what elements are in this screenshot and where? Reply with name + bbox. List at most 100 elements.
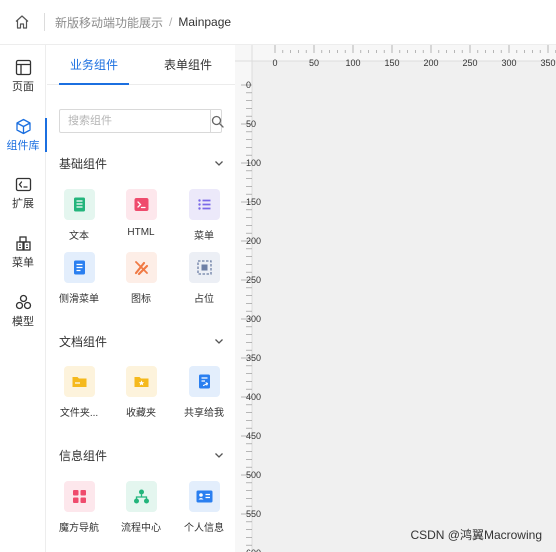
ruler-label-y: 400 <box>246 392 261 402</box>
component-label: 图标 <box>131 294 151 305</box>
nav-item-label: 模型 <box>12 315 34 328</box>
ruler-label-y: 0 <box>246 80 251 90</box>
top-divider <box>44 13 45 31</box>
blocks-icon <box>15 235 31 251</box>
component-label: 文本 <box>69 231 89 242</box>
component-label: 共享给我 <box>184 408 224 419</box>
nav-item-label: 菜单 <box>12 256 34 269</box>
ruler-label-x: 250 <box>462 58 477 68</box>
doc-lines-icon <box>73 260 85 275</box>
code-icon <box>15 177 31 191</box>
component-menu[interactable]: 菜单 <box>173 189 235 242</box>
ruler-label-y: 600 <box>246 548 261 552</box>
nav-item-pages[interactable]: 页面 <box>0 53 46 99</box>
cube-icon <box>15 118 31 134</box>
list-icon <box>197 199 210 210</box>
component-label: 占位 <box>194 294 214 305</box>
id-card-icon <box>196 490 212 503</box>
component-panel: 业务组件 表单组件 基础组件 文本 <box>47 45 235 552</box>
nav-item-label: 页面 <box>12 80 34 93</box>
design-canvas[interactable]: 0 50 100 150 200 250 300 350 0 50 100 150 200 250 300 3… <box>235 45 556 552</box>
nav-item-components[interactable]: 组件库 <box>0 112 47 158</box>
top-bar: 新版移动端功能展示 / Mainpage <box>0 0 556 45</box>
breadcrumb-current: Mainpage <box>178 15 232 29</box>
group-header-info[interactable]: 信息组件 <box>59 446 224 464</box>
ruler-label-y: 150 <box>246 197 261 207</box>
component-html[interactable]: HTML <box>110 189 172 238</box>
placeholder-icon <box>196 260 212 275</box>
ruler-label-x: 150 <box>384 58 399 68</box>
nav-item-extensions[interactable]: 扩展 <box>0 170 46 216</box>
component-label: 个人信息 <box>184 523 224 534</box>
folder-icon <box>72 377 86 387</box>
active-tab-indicator <box>59 83 129 85</box>
search-button[interactable] <box>210 110 224 132</box>
component-shared-with-me[interactable]: 共享给我 <box>173 366 235 419</box>
ruler-label-x: 50 <box>309 58 319 68</box>
search-input[interactable] <box>60 110 210 132</box>
star-folder-icon <box>134 377 148 387</box>
grid-icon <box>72 490 86 503</box>
component-cube-navigation[interactable]: 魔方导航 <box>48 481 110 534</box>
group-title: 基础组件 <box>59 156 108 171</box>
document-icon <box>73 197 85 212</box>
tab-form-components[interactable]: 表单组件 <box>141 45 235 84</box>
ruler-label-y: 350 <box>246 353 261 363</box>
layout-icon <box>15 59 31 75</box>
breadcrumb-separator: / <box>169 15 173 29</box>
group-header-basic[interactable]: 基础组件 <box>59 154 224 172</box>
component-label: HTML <box>127 227 155 238</box>
group-title: 信息组件 <box>59 448 108 463</box>
ruler-label-x: 100 <box>345 58 360 68</box>
component-favorites[interactable]: 收藏夹 <box>110 366 172 419</box>
panel-tabs: 业务组件 表单组件 <box>47 45 235 85</box>
flow-icon <box>133 489 149 504</box>
chevron-down-icon <box>215 339 223 344</box>
search-icon <box>211 115 224 128</box>
component-label: 流程中心 <box>121 523 161 534</box>
ruler-label-y: 300 <box>246 314 261 324</box>
component-label: 魔方导航 <box>59 523 99 534</box>
component-folder[interactable]: 文件夹... <box>48 366 110 419</box>
nav-item-label: 扩展 <box>12 197 34 210</box>
component-label: 收藏夹 <box>126 408 156 419</box>
chevron-down-icon <box>215 453 223 458</box>
ruler-label-y: 550 <box>246 509 261 519</box>
ruler-label-y: 50 <box>246 119 256 129</box>
circles-icon <box>15 294 31 309</box>
ruler-label-y: 250 <box>246 275 261 285</box>
nav-item-menu[interactable]: 菜单 <box>0 229 46 275</box>
canvas-rulers: 0 50 100 150 200 250 300 350 0 50 100 150 200 250 300 3… <box>235 45 556 552</box>
component-icon[interactable]: 图标 <box>110 252 172 305</box>
ruler-label-y: 450 <box>246 431 261 441</box>
component-label: 侧滑菜单 <box>59 294 99 305</box>
home-icon <box>15 15 29 29</box>
brush-icon <box>134 261 148 276</box>
ruler-label-x: 0 <box>272 58 277 68</box>
chevron-down-icon <box>215 161 223 166</box>
component-personal-info[interactable]: 个人信息 <box>173 481 235 534</box>
component-process-center[interactable]: 流程中心 <box>110 481 172 534</box>
terminal-icon <box>134 198 148 211</box>
group-title: 文档组件 <box>59 334 108 349</box>
nav-item-models[interactable]: 模型 <box>0 288 46 334</box>
tab-business-components[interactable]: 业务组件 <box>47 45 141 84</box>
component-placeholder[interactable]: 占位 <box>173 252 235 305</box>
ruler-label-y: 500 <box>246 470 261 480</box>
watermark-credit: CSDN @鸿翼Macrowing <box>410 528 542 542</box>
ruler-label-y: 100 <box>246 158 261 168</box>
home-button[interactable] <box>0 0 44 45</box>
left-nav: 页面 组件库 扩展 菜单 模型 <box>0 45 47 552</box>
ruler-label-x: 300 <box>501 58 516 68</box>
ruler-label-x: 200 <box>423 58 438 68</box>
ruler-label-y: 200 <box>246 236 261 246</box>
component-label: 菜单 <box>194 231 214 242</box>
share-doc-icon <box>198 374 210 389</box>
breadcrumb-parent[interactable]: 新版移动端功能展示 <box>55 14 163 31</box>
nav-item-label: 组件库 <box>6 139 40 152</box>
component-side-menu[interactable]: 侧滑菜单 <box>48 252 110 305</box>
component-text[interactable]: 文本 <box>48 189 110 242</box>
component-search <box>59 109 224 133</box>
component-label: 文件夹... <box>59 408 99 419</box>
group-header-document[interactable]: 文档组件 <box>59 332 224 350</box>
